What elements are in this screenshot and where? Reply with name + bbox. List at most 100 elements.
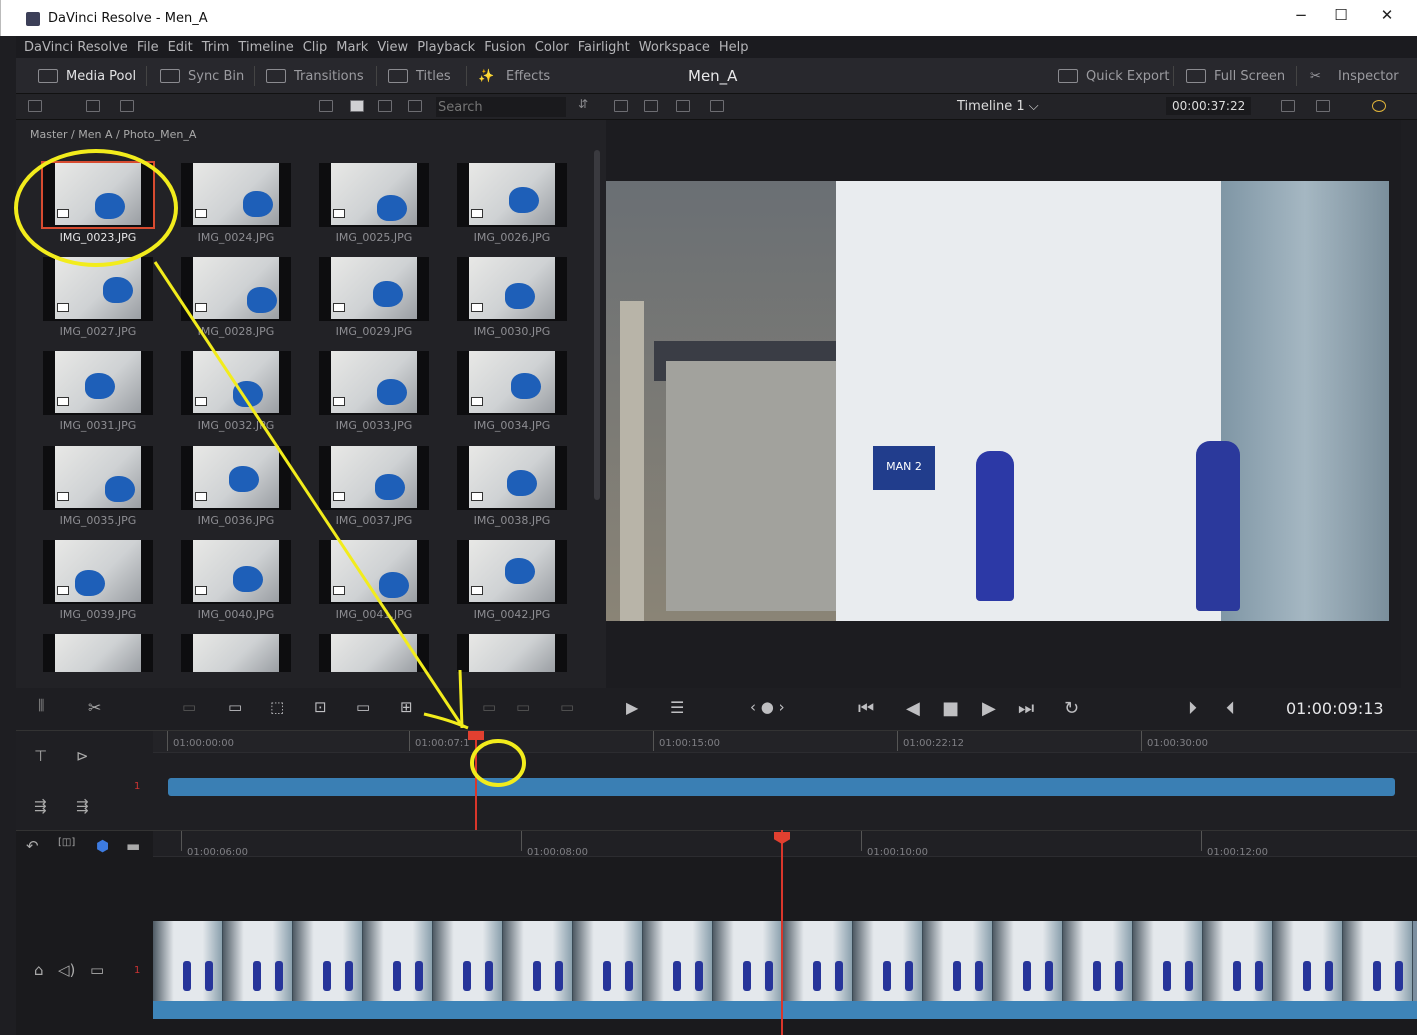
menu-timeline[interactable]: Timeline (238, 40, 300, 55)
timeline-options-icon[interactable]: ⊤ (34, 747, 47, 765)
new-bin-icon[interactable] (86, 100, 100, 112)
place-on-top-icon[interactable]: ▭ (356, 698, 370, 716)
upper-ruler[interactable]: 01:00:00:00 01:00:07:1 01:00:15:00 01:00… (153, 731, 1417, 753)
clip-thumbnail[interactable] (319, 446, 429, 510)
append-icon[interactable]: ⊞ (400, 698, 413, 716)
viewer-frame[interactable]: MAN 2 (606, 181, 1389, 621)
menu-trim[interactable]: Trim (202, 40, 237, 55)
menu-color[interactable]: Color (535, 40, 576, 55)
audio-lane-icon[interactable]: ⇶ (76, 797, 89, 815)
clip-thumbnail-partial[interactable] (319, 634, 429, 672)
clip-thumbnail[interactable] (319, 257, 429, 321)
dual-viewer-icon[interactable] (676, 100, 690, 112)
flag-icon[interactable]: ▬ (126, 837, 140, 855)
clip-thumbnail[interactable] (319, 351, 429, 415)
clip-thumbnail[interactable] (319, 163, 429, 227)
clip-thumbnail-partial[interactable] (181, 634, 291, 672)
inspector-button[interactable]: ✂ Inspector (1310, 58, 1399, 94)
audio-wave-icon[interactable]: [◫] (58, 837, 75, 848)
video-clip-filmstrip[interactable] (153, 921, 1417, 1001)
minimize-button[interactable]: − (1281, 6, 1321, 24)
clip-thumbnail[interactable] (181, 257, 291, 321)
sort-icon[interactable]: ⇵ (578, 97, 592, 111)
clip-thumbnail[interactable] (457, 163, 567, 227)
full-screen-button[interactable]: Full Screen (1186, 58, 1285, 94)
filmstrip-view-icon[interactable] (378, 100, 392, 112)
clip-display-icon[interactable]: ▶ (626, 698, 638, 717)
clip-thumbnail[interactable] (181, 446, 291, 510)
source-overwrite-icon[interactable]: ▭ (560, 698, 574, 716)
insert-icon[interactable]: ▭ (182, 698, 196, 716)
clip-thumbnail[interactable] (181, 351, 291, 415)
upper-clip[interactable] (168, 778, 1395, 796)
list-view-icon[interactable] (408, 100, 422, 112)
menu-playback[interactable]: Playback (417, 40, 482, 55)
clip-thumbnail[interactable] (319, 540, 429, 604)
viewer-mode-icon[interactable] (614, 100, 628, 112)
close-button[interactable]: ✕ (1367, 6, 1407, 24)
effects-button[interactable]: ✨ Effects (478, 58, 550, 94)
menu-fairlight[interactable]: Fairlight (578, 40, 637, 55)
clip-thumbnail[interactable] (457, 351, 567, 415)
go-to-end-button[interactable]: ⏭ (1018, 698, 1034, 719)
safe-area-icon[interactable] (710, 100, 724, 112)
lock-icon[interactable]: ⌂ (34, 961, 44, 979)
audio-track-icon[interactable]: ⇶ (34, 797, 47, 815)
stop-button[interactable]: ■ (942, 698, 959, 719)
clip-thumbnail[interactable] (457, 540, 567, 604)
menu-mark[interactable]: Mark (336, 40, 375, 55)
menu-help[interactable]: Help (719, 40, 756, 55)
clip-thumbnail[interactable] (43, 351, 153, 415)
marker-icon[interactable]: ⬢ (96, 837, 109, 855)
strip-view-icon[interactable] (319, 100, 333, 112)
quick-export-button[interactable]: Quick Export (1058, 58, 1169, 94)
snooze-icon[interactable]: ⫼ (38, 698, 44, 714)
viewer-options-icon[interactable] (1281, 100, 1295, 112)
menu-workspace[interactable]: Workspace (639, 40, 717, 55)
razor-icon[interactable]: ✂ (88, 698, 101, 717)
maximize-button[interactable]: ☐ (1321, 6, 1361, 24)
link-icon[interactable]: ↶ (26, 837, 39, 855)
speaker-icon[interactable]: ◁) (58, 961, 75, 979)
menu-clip[interactable]: Clip (303, 40, 335, 55)
search-input[interactable] (436, 97, 566, 117)
clip-thumbnail[interactable] (43, 446, 153, 510)
smart-bin-icon[interactable] (120, 100, 134, 112)
clip-thumbnail[interactable] (457, 446, 567, 510)
video-clip-bar[interactable] (153, 1001, 1417, 1019)
clip-thumbnail[interactable] (41, 161, 155, 229)
ripple-icon[interactable]: ⬚ (270, 698, 284, 716)
upper-playhead-handle[interactable] (468, 731, 484, 740)
upper-playhead[interactable] (475, 733, 477, 830)
titles-button[interactable]: Titles (388, 58, 451, 94)
mark-in-button[interactable]: ⏵ (1188, 698, 1197, 719)
zoom-icon[interactable] (1316, 100, 1330, 112)
clip-thumbnail[interactable] (43, 257, 153, 321)
overwrite-icon[interactable]: ▭ (228, 698, 242, 716)
ripple-overwrite-icon[interactable]: ▭ (482, 698, 496, 716)
audio-settings-icon[interactable]: ☰ (670, 698, 684, 717)
fit-to-fill-icon[interactable]: ▭ (516, 698, 530, 716)
media-pool-scrollbar[interactable] (594, 150, 600, 500)
menu-view[interactable]: View (377, 40, 415, 55)
sync-bin-button[interactable]: Sync Bin (160, 58, 244, 94)
go-to-start-button[interactable]: ⏮ (858, 698, 874, 719)
thumbnail-view-icon[interactable] (350, 100, 364, 112)
menu-file[interactable]: File (137, 40, 166, 55)
panel-toggle-icon[interactable] (28, 100, 42, 112)
clip-thumbnail-partial[interactable] (457, 634, 567, 672)
monitor-icon[interactable]: ▭ (90, 961, 104, 979)
menu-edit[interactable]: Edit (168, 40, 200, 55)
mark-out-button[interactable]: ⏴ (1226, 698, 1235, 719)
jog-control-icon[interactable]: ‹ ● › (750, 698, 785, 716)
settings-icon[interactable] (1372, 100, 1386, 112)
source-viewer-icon[interactable] (644, 100, 658, 112)
media-pool-button[interactable]: Media Pool (38, 58, 136, 94)
clip-thumbnail[interactable] (181, 540, 291, 604)
clip-thumbnail[interactable] (457, 257, 567, 321)
menu-davinci-resolve[interactable]: DaVinci Resolve (24, 40, 135, 55)
transitions-button[interactable]: Transitions (266, 58, 364, 94)
clip-thumbnail[interactable] (43, 540, 153, 604)
fit-icon[interactable]: ⊳ (76, 747, 89, 765)
timeline-selector[interactable]: Timeline 1 ⌵ (957, 99, 1039, 114)
